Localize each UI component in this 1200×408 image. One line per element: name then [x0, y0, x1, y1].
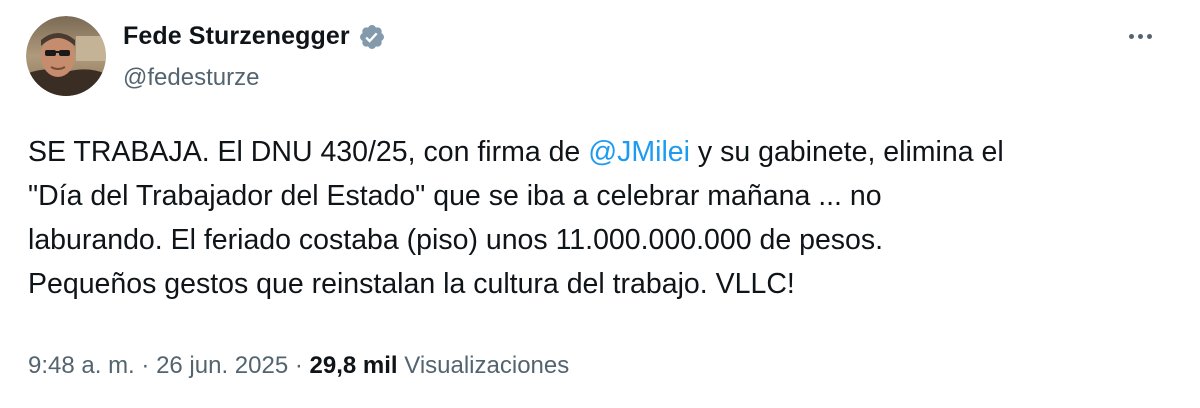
- more-dot: [1137, 33, 1143, 39]
- more-options-icon[interactable]: [1120, 22, 1160, 50]
- mention-link[interactable]: @JMilei: [588, 136, 690, 168]
- verified-badge-icon[interactable]: [358, 23, 386, 51]
- tweet-text-segment: SE TRABAJA. El DNU 430/25, con firma de: [28, 136, 589, 168]
- meta-separator: ·: [134, 352, 157, 379]
- more-dot: [1146, 33, 1152, 39]
- author-avatar[interactable]: [26, 16, 106, 96]
- author-name[interactable]: Fede Sturzenegger: [123, 22, 350, 51]
- tweet-card: Fede Sturzenegger @fedesturze SE TRABAJA…: [0, 0, 1200, 408]
- tweet-text: SE TRABAJA. El DNU 430/25, con firma de …: [28, 130, 1168, 306]
- tweet-line-4: Pequeños gestos que reinstalan la cultur…: [28, 268, 795, 300]
- meta-separator: ·: [288, 352, 310, 379]
- tweet-line-3: laburando. El feriado costaba (piso) uno…: [28, 224, 884, 256]
- author-handle[interactable]: @fedesturze: [123, 64, 259, 92]
- tweet-meta: 9:48 a. m. · 26 jun. 2025 · 29,8 mil Vis…: [28, 352, 569, 380]
- tweet-line-2: "Día del Trabajador del Estado" que se i…: [28, 180, 882, 212]
- views-label[interactable]: Visualizaciones: [404, 352, 569, 379]
- views-count: 29,8 mil: [309, 352, 398, 379]
- author-name-row: Fede Sturzenegger: [123, 22, 386, 51]
- tweet-date[interactable]: 26 jun. 2025: [156, 352, 288, 379]
- tweet-text-segment: y su gabinete, elimina el: [689, 136, 1004, 168]
- tweet-line-1: SE TRABAJA. El DNU 430/25, con firma de …: [28, 130, 1168, 174]
- more-dot: [1128, 33, 1134, 39]
- tweet-time[interactable]: 9:48 a. m.: [28, 352, 135, 379]
